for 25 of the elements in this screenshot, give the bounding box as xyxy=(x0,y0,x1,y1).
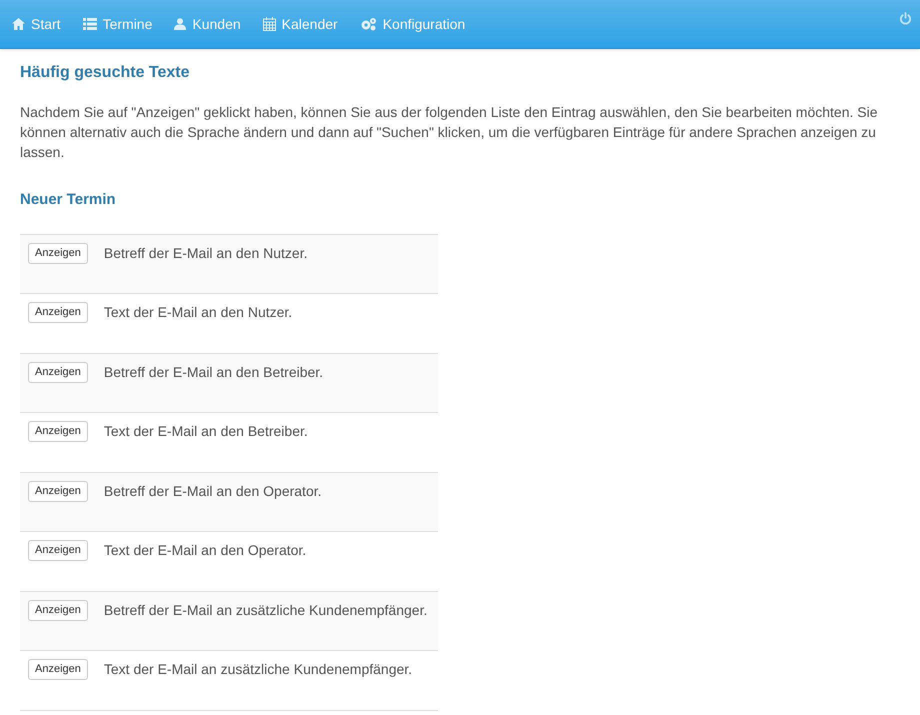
table-cell-text: Betreff der E-Mail an den Betreiber. xyxy=(104,362,324,382)
home-icon xyxy=(12,18,25,30)
table-cell-text: Text der E-Mail an den Betreiber. xyxy=(104,422,308,441)
page-heading: Häufig gesuchte Texte xyxy=(20,63,191,83)
show-button[interactable]: Anzeigen xyxy=(28,242,88,264)
table-cell-text: Betreff der E-Mail an den Operator. xyxy=(104,482,322,500)
show-button[interactable]: Anzeigen xyxy=(28,421,88,442)
show-button[interactable]: Anzeigen xyxy=(28,362,88,382)
show-button[interactable]: Anzeigen xyxy=(28,540,88,561)
section-heading: Neuer Termin xyxy=(20,190,117,210)
show-button[interactable]: Anzeigen xyxy=(28,302,88,323)
gears-icon xyxy=(360,17,377,31)
intro-paragraph: Nachdem Sie auf "Anzeigen" geklickt haben, können Sie aus der folgenden Liste den Eintrag auswählen, den Sie bearbeiten möchten. Sie können alternativ auch die Sprache ändern und dann auf "Suchen" klicken, um die verfügbaren Einträge für andere Sprachen anzeigen zu lassen. xyxy=(20,103,879,162)
table-cell-text: Betreff der E-Mail an den Nutzer. xyxy=(104,244,308,262)
list-icon xyxy=(82,18,97,30)
table-cell-text: Betreff der E-Mail an zusätzliche Kundenempfänger. xyxy=(104,600,428,620)
table-cell-text: Text der E-Mail an den Nutzer. xyxy=(104,303,292,322)
show-button[interactable]: Anzeigen xyxy=(28,480,88,502)
show-button[interactable]: Anzeigen xyxy=(28,600,88,620)
power-icon[interactable] xyxy=(899,12,912,25)
user-icon xyxy=(174,18,186,30)
show-button[interactable]: Anzeigen xyxy=(28,659,88,680)
table-cell-text: Text der E-Mail an zusätzliche Kundenempfänger. xyxy=(104,660,412,679)
table-cell-text: Text der E-Mail an den Operator. xyxy=(104,541,306,560)
calendar-icon xyxy=(262,17,276,31)
